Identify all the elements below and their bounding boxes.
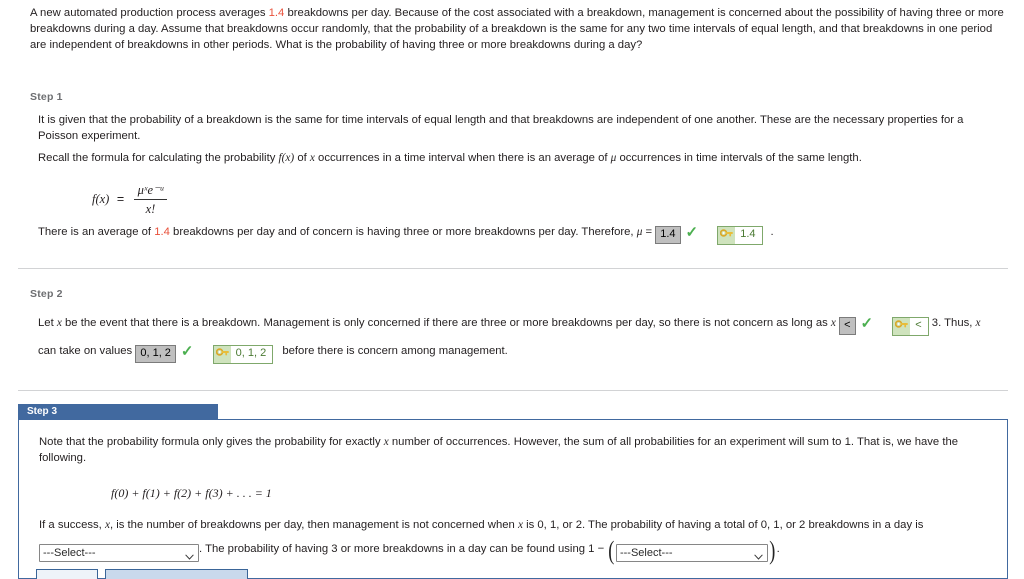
step-1-key-value: 1.4 xyxy=(740,228,756,241)
step-2-l2-b: before there is concern among management… xyxy=(279,345,508,357)
formula-denominator: x! xyxy=(145,202,156,217)
step-2-answer-key-1: < xyxy=(892,316,929,336)
step-1-answer-key: 1.4 xyxy=(717,225,763,245)
step-1-answer-eq: = xyxy=(642,226,656,238)
step-3-paragraph-1: Note that the probability formula only g… xyxy=(39,434,989,467)
step-3-panel: Note that the probability formula only g… xyxy=(18,419,1008,579)
step-3-select-line: ---Select--- . The probability of having… xyxy=(39,535,987,565)
step-2-l2-a: can take on values xyxy=(38,345,136,357)
check-icon: ✓ xyxy=(685,224,699,241)
step-2-label: Step 2 xyxy=(30,288,63,300)
close-paren: ) xyxy=(769,535,776,565)
step-1-answer-a: There is an average of xyxy=(38,226,155,238)
step-2-l1-a: Let xyxy=(38,317,57,329)
step-2-answer-input-1[interactable]: < xyxy=(839,317,856,335)
step-2-answer-input-2[interactable]: 0, 1, 2 xyxy=(135,345,176,363)
probability-select-2[interactable]: ---Select--- xyxy=(615,543,768,562)
select-2-wrapper[interactable]: ---Select--- xyxy=(615,543,768,562)
primary-button-cut[interactable] xyxy=(105,569,248,579)
select-1-wrapper[interactable]: ---Select--- xyxy=(39,543,199,562)
step-1-p2-fx: f(x) xyxy=(278,152,295,164)
problem-text-before: A new automated production process avera… xyxy=(30,7,269,19)
step-3-equation: f(0) + f(1) + f(2) + f(3) + . . . = 1 xyxy=(111,485,272,500)
probability-select-1[interactable]: ---Select--- xyxy=(39,543,199,562)
key-icon-cell xyxy=(893,317,911,335)
key-icon xyxy=(895,319,909,331)
step-3-p2-a: If a success, xyxy=(39,519,105,532)
step-1-answer-input[interactable]: 1.4 xyxy=(655,226,681,244)
step-3-tab: Step 3 xyxy=(18,404,218,420)
formula-fraction: μˣe⁻ᵘ x! xyxy=(133,182,168,218)
step-1-paragraph-1: It is given that the probability of a br… xyxy=(38,114,964,143)
section-divider-1 xyxy=(18,268,1008,269)
key-icon-cell xyxy=(213,345,231,363)
step-2-answer-key-2: 0, 1, 2 xyxy=(212,344,274,364)
step-1-p2-c: occurrences in a time interval when ther… xyxy=(314,152,611,164)
step-2-l1-x3: x xyxy=(975,317,981,329)
poisson-formula: f(x) = μˣe⁻ᵘ x! xyxy=(92,182,169,218)
key-icon xyxy=(215,347,229,359)
step-3-line3-mid: . The probability of having 3 or more br… xyxy=(199,542,608,555)
formula-equals: = xyxy=(116,192,125,207)
step-2-line-1: Let x be the event that there is a break… xyxy=(38,315,1018,336)
check-icon: ✓ xyxy=(180,343,194,360)
step-1-p2-a: Recall the formula for calculating the p… xyxy=(38,152,279,164)
step-1-answer-line: There is an average of 1.4 breakdowns pe… xyxy=(38,224,998,245)
solution-page: A new automated production process avera… xyxy=(0,0,1024,579)
step-1-paragraph-2: Recall the formula for calculating the p… xyxy=(38,150,998,166)
problem-statement: A new automated production process avera… xyxy=(30,5,1010,54)
problem-highlight-value: 1.4 xyxy=(268,7,285,19)
step-2-key-value-1: < xyxy=(915,319,922,332)
formula-lhs: f(x) xyxy=(92,192,110,207)
step-1-answer-b: breakdowns per day and of concern is hav… xyxy=(169,226,637,238)
step-2-l1-b: be the event that there is a breakdown. … xyxy=(61,317,831,329)
key-icon xyxy=(720,228,734,240)
step-3-p2-b: , is the number of breakdowns per day, t… xyxy=(109,519,518,532)
section-divider-2 xyxy=(18,390,1008,391)
step-1-answer-value: 1.4 xyxy=(154,226,170,238)
secondary-button-cut[interactable] xyxy=(36,569,98,579)
step-3-p1-a: Note that the probability formula only g… xyxy=(39,436,384,448)
step-1-label: Step 1 xyxy=(30,91,63,103)
step-2-line-2: can take on values 0, 1, 2 ✓ 0, 1, 2 befo… xyxy=(38,343,1018,364)
step-1-p2-d: occurrences in time intervals of the sam… xyxy=(616,152,862,164)
key-icon-cell xyxy=(718,226,736,244)
formula-numerator: μˣe⁻ᵘ xyxy=(137,183,164,197)
check-icon: ✓ xyxy=(860,315,874,332)
step-1-p2-b: of xyxy=(294,152,310,164)
open-paren: ( xyxy=(608,535,615,565)
step-2-key-value-2: 0, 1, 2 xyxy=(235,347,267,360)
step-3-p2-c: is 0, 1, or 2. The probability of having… xyxy=(522,519,924,532)
step-2-l1-x2: x xyxy=(830,317,836,329)
step-1-answer-period: . xyxy=(770,226,774,238)
step-3-paragraph-2: If a success, x, is the number of breakd… xyxy=(39,517,989,533)
step-3-line3-end: . xyxy=(776,542,780,555)
step-2-l1-c: 3. Thus, xyxy=(928,317,976,329)
